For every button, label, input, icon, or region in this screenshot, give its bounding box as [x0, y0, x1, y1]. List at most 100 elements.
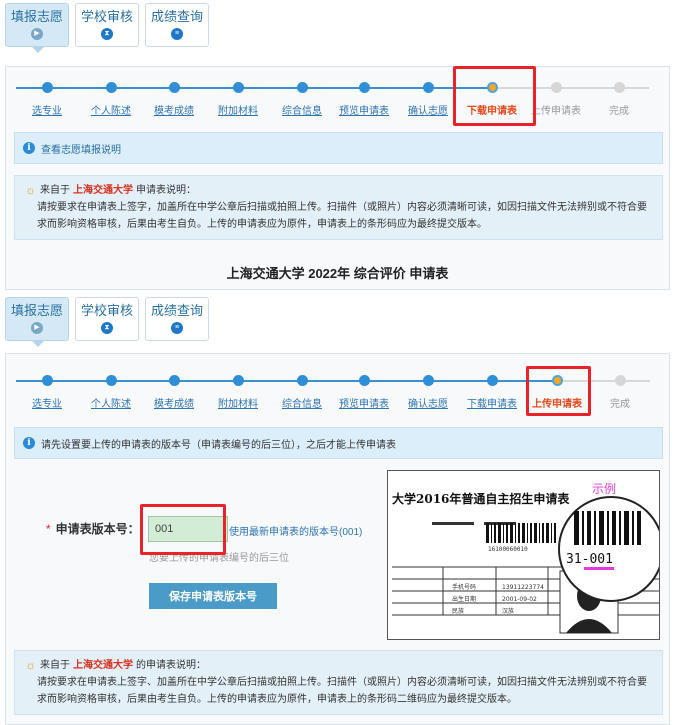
step-item[interactable]: 预览申请表 — [332, 375, 396, 410]
svg-text:汉族: 汉族 — [502, 607, 514, 615]
use-latest-version-link[interactable]: 使用最新申请表的版本号(001) — [229, 523, 362, 538]
info-icon: i — [23, 142, 35, 154]
tab-school-review[interactable]: 学校审核 ⧗ — [75, 3, 139, 47]
tab-school-review[interactable]: 学校审核 ⧗ — [75, 297, 139, 341]
tab-score-query[interactable]: 成绩查询 ≡ — [145, 297, 209, 341]
step-label: 个人陈述 — [91, 106, 131, 117]
guide-link[interactable]: 查看志愿填报说明 — [41, 141, 121, 156]
school-name: 上海交通大学 — [73, 185, 133, 196]
lightbulb-icon: ☼ — [25, 183, 36, 197]
step-label: 选专业 — [32, 106, 62, 117]
step-item[interactable]: 附加材料 — [206, 82, 270, 117]
step-item[interactable]: 确认志愿 — [396, 82, 460, 117]
sample-form-illustration: 大学2016年普通自主招生申请表 示例 16100060010 手机号码 139… — [388, 471, 659, 639]
main-panel: 选专业 个人陈述 模考成绩 附加材料 综合信息 预览申请表 确认志愿 下载申请表 上传申请表 完成… — [5, 66, 670, 290]
step-dot — [614, 375, 626, 386]
svg-text:13911223774: 13911223774 — [502, 584, 544, 591]
step-label: 预览申请表 — [339, 106, 389, 117]
version-label: 申请表版本号： — [55, 522, 140, 536]
list-icon: ≡ — [171, 28, 183, 40]
info-icon: i — [23, 437, 35, 449]
school-name: 上海交通大学 — [73, 660, 133, 671]
tab-label: 学校审核 — [80, 9, 133, 24]
step-item: 完成 — [587, 82, 651, 117]
step-item: 完成 — [588, 375, 652, 410]
step-dot — [358, 82, 370, 93]
step-dot — [550, 82, 562, 93]
step-item[interactable]: 个人陈述 — [79, 82, 143, 117]
step-label: 模考成绩 — [154, 106, 194, 117]
top-tabs: 填报志愿 ▶ 学校审核 ⧗ 成绩查询 ≡ — [5, 297, 209, 347]
hourglass-icon: ⧗ — [101, 322, 113, 334]
step-item[interactable]: 综合信息 — [270, 375, 334, 410]
step-item[interactable]: 下载申请表 — [460, 375, 524, 410]
step-item[interactable]: 附加材料 — [206, 375, 270, 410]
notice-prefix: 来自于 — [40, 185, 70, 196]
tab-label: 成绩查询 — [150, 9, 203, 24]
highlight-box — [453, 66, 536, 126]
step-dot — [232, 82, 244, 93]
step-label: 个人陈述 — [91, 399, 131, 410]
step-item[interactable]: 个人陈述 — [79, 375, 143, 410]
step-item[interactable]: 选专业 — [15, 82, 79, 117]
top-tabs: 填报志愿 ▶ 学校审核 ⧗ 成绩查询 ≡ — [5, 3, 209, 53]
step-item[interactable]: 模考成绩 — [142, 375, 206, 410]
step-item[interactable]: 模考成绩 — [142, 82, 206, 117]
hourglass-icon: ⧗ — [101, 28, 113, 40]
tab-label: 成绩查询 — [150, 303, 203, 318]
notice-suffix: 的申请表说明： — [136, 660, 206, 671]
version-row: * 申请表版本号： — [46, 520, 140, 537]
sample-title: 大学2016年普通自主招生申请表 — [392, 491, 570, 506]
step-label: 确认志愿 — [408, 399, 448, 410]
step-dot — [613, 82, 625, 93]
step-label: 选专业 — [32, 399, 62, 410]
step-label: 附加材料 — [218, 106, 258, 117]
notice-body: 请按要求在申请表上签字，加盖所在中学公章后扫描或拍照上传。扫描件（或照片）内容必… — [37, 202, 647, 230]
step-dot — [168, 82, 180, 93]
step-item[interactable]: 选专业 — [15, 375, 79, 410]
info-text: 请先设置要上传的申请表的版本号（申请表编号的后三位），之后才能上传申请表 — [41, 439, 396, 451]
tab-fill-choices[interactable]: 填报志愿 ▶ — [5, 297, 69, 347]
step-item[interactable]: 预览申请表 — [332, 82, 396, 117]
step-dot — [422, 82, 434, 93]
step-dot — [296, 82, 308, 93]
step-label: 附加材料 — [218, 399, 258, 410]
tab-score-query[interactable]: 成绩查询 ≡ — [145, 3, 209, 47]
svg-text:民族: 民族 — [452, 607, 464, 615]
step-dot — [232, 375, 244, 386]
barcode-number: 16100060010 — [488, 546, 528, 553]
play-icon: ▶ — [31, 322, 43, 334]
sample-image: 大学2016年普通自主招生申请表 示例 16100060010 手机号码 139… — [387, 470, 660, 640]
step-label: 模考成绩 — [154, 399, 194, 410]
step-dot — [168, 375, 180, 386]
step-dot — [486, 375, 498, 386]
tab-label: 填报志愿 — [10, 9, 63, 24]
play-icon: ▶ — [31, 28, 43, 40]
required-mark: * — [46, 521, 51, 536]
notice-box: ☼ 来自于 上海交通大学 的申请表说明： 请按要求在申请表上签字、加盖所在中学公… — [14, 650, 663, 715]
notice-suffix: 申请表说明： — [136, 185, 196, 196]
svg-text:手机号码: 手机号码 — [452, 583, 476, 591]
save-version-button[interactable]: 保存申请表版本号 — [149, 583, 277, 609]
step-label: 确认志愿 — [408, 106, 448, 117]
step-item[interactable]: 综合信息 — [270, 82, 334, 117]
notice-body: 请按要求在申请表上签字、加盖所在中学公章后扫描或拍照上传。扫描件（或照片）内容必… — [37, 677, 647, 705]
step-label: 预览申请表 — [339, 399, 389, 410]
step-label: 下载申请表 — [467, 399, 517, 410]
step-dot — [41, 82, 53, 93]
info-bar: i 请先设置要上传的申请表的版本号（申请表编号的后三位），之后才能上传申请表 — [14, 427, 663, 459]
form-title: 上海交通大学 2022年 综合评价 申请表 — [226, 266, 449, 281]
step-label: 综合信息 — [282, 106, 322, 117]
step-dot — [41, 375, 53, 386]
step-dot — [105, 375, 117, 386]
step-label: 综合信息 — [282, 399, 322, 410]
step-dot — [422, 375, 434, 386]
highlight-box — [140, 504, 226, 555]
tab-label: 填报志愿 — [10, 303, 63, 318]
svg-text:2001-09-02: 2001-09-02 — [502, 596, 537, 603]
notice-prefix: 来自于 — [40, 660, 70, 671]
step-item[interactable]: 确认志愿 — [396, 375, 460, 410]
lightbulb-icon: ☼ — [25, 658, 36, 672]
notice-box: ☼ 来自于 上海交通大学 申请表说明： 请按要求在申请表上签字，加盖所在中学公章… — [14, 175, 663, 240]
tab-fill-choices[interactable]: 填报志愿 ▶ — [5, 3, 69, 53]
